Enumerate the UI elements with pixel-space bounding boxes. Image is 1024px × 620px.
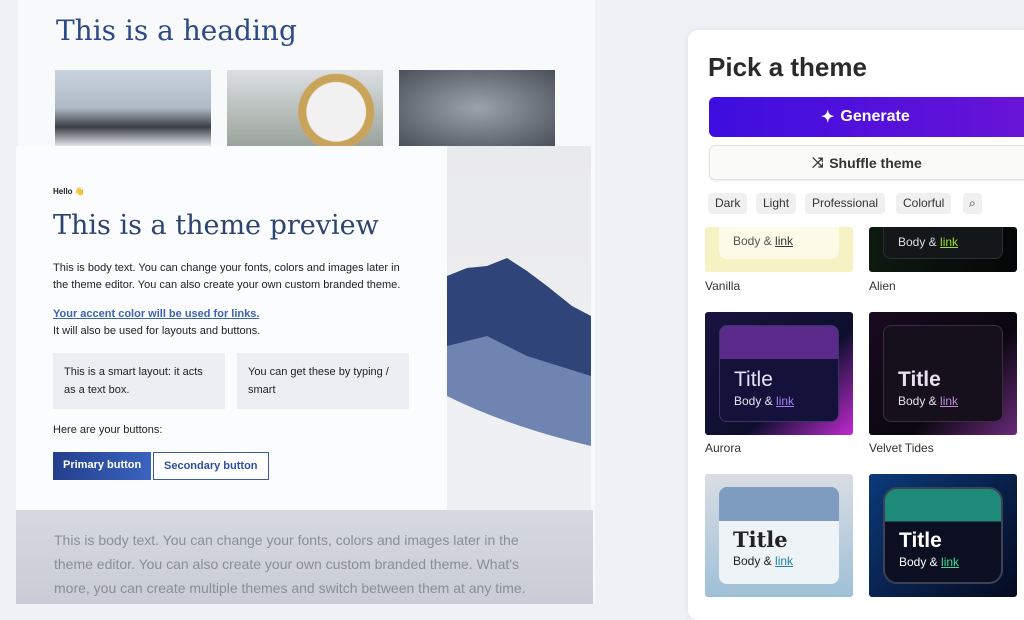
thumb-link: link — [776, 394, 795, 408]
generate-button[interactable]: ✦ Generate — [709, 97, 1024, 137]
shuffle-label: Shuffle theme — [829, 154, 922, 171]
thumb-body: Body & — [899, 555, 942, 569]
thumb-link: link — [941, 555, 960, 569]
thumb-title: Title — [898, 368, 941, 391]
theme-name: Velvet Tides — [869, 441, 934, 455]
thumb-link: link — [940, 394, 959, 408]
hello-label: Hello 👋 — [53, 187, 85, 196]
smart-layout-box: You can get these by typing / smart — [237, 353, 409, 409]
hooded-figure-image — [227, 70, 383, 146]
mountain-side-image — [447, 146, 591, 510]
panel-title: Pick a theme — [708, 52, 867, 82]
thumb-title: Title — [899, 529, 942, 552]
thumb-body: Body & — [733, 554, 776, 568]
filter-light[interactable]: Light — [756, 193, 797, 214]
theme-picker-panel: Pick a theme ✦ Generate ⤨ Shuffle theme Da… — [688, 30, 1024, 620]
smart-layout-box: This is a smart layout: it acts as a tex… — [53, 353, 225, 409]
filter-colorful[interactable]: Colorful — [896, 193, 952, 214]
theme-thumb-velvet-tides[interactable]: Title Body & link — [869, 312, 1017, 435]
theme-name: Alien — [869, 279, 896, 293]
shuffle-icon: ⤨ — [812, 154, 824, 170]
theme-thumb-aurora[interactable]: Title Body & link — [705, 312, 853, 435]
link-note: It will also be used for layouts and but… — [53, 325, 261, 337]
theme-name: Aurora — [705, 441, 742, 455]
preview-title: This is a theme preview — [53, 210, 379, 241]
thumb-title: Title — [734, 368, 773, 391]
thumb-body: Body & — [734, 394, 777, 408]
preview-bottom-text: This is body text. You can change your f… — [16, 510, 593, 604]
thumb-link: link — [940, 235, 959, 249]
generate-label: Generate — [840, 108, 910, 125]
shuffle-theme-button[interactable]: ⤨ Shuffle theme — [709, 145, 1024, 180]
filter-dark[interactable]: Dark — [708, 193, 748, 214]
thumb-body: Body & — [898, 235, 941, 249]
starry-sky-image — [399, 70, 555, 146]
accent-link[interactable]: Your accent color will be used for links… — [53, 306, 259, 323]
thumb-link: link — [775, 234, 794, 248]
buttons-label: Here are your buttons: — [53, 424, 163, 436]
theme-thumb-alien[interactable]: Body & link — [869, 227, 1017, 272]
search-icon[interactable]: ⌕ — [963, 193, 982, 214]
thumb-link: link — [775, 554, 794, 568]
preview-body-text: This is body text. You can change your f… — [53, 262, 401, 291]
theme-thumb-northern-lights[interactable]: Title Body & link — [869, 474, 1017, 597]
theme-name: Vanilla — [705, 279, 741, 293]
primary-button[interactable]: Primary button — [53, 452, 152, 480]
filter-professional[interactable]: Professional — [805, 193, 886, 214]
theme-thumb-light-blue[interactable]: Title Body & link — [705, 474, 853, 597]
thumb-title: Title — [733, 527, 788, 552]
sparkle-icon: ✦ — [821, 109, 835, 126]
theme-thumb-vanilla[interactable]: Body & link — [705, 227, 853, 272]
mountain-image — [55, 70, 211, 146]
secondary-button[interactable]: Secondary button — [153, 452, 269, 480]
thumb-body: Body & — [733, 234, 776, 248]
preview-heading: This is a heading — [56, 14, 297, 47]
thumb-body: Body & — [898, 394, 941, 408]
